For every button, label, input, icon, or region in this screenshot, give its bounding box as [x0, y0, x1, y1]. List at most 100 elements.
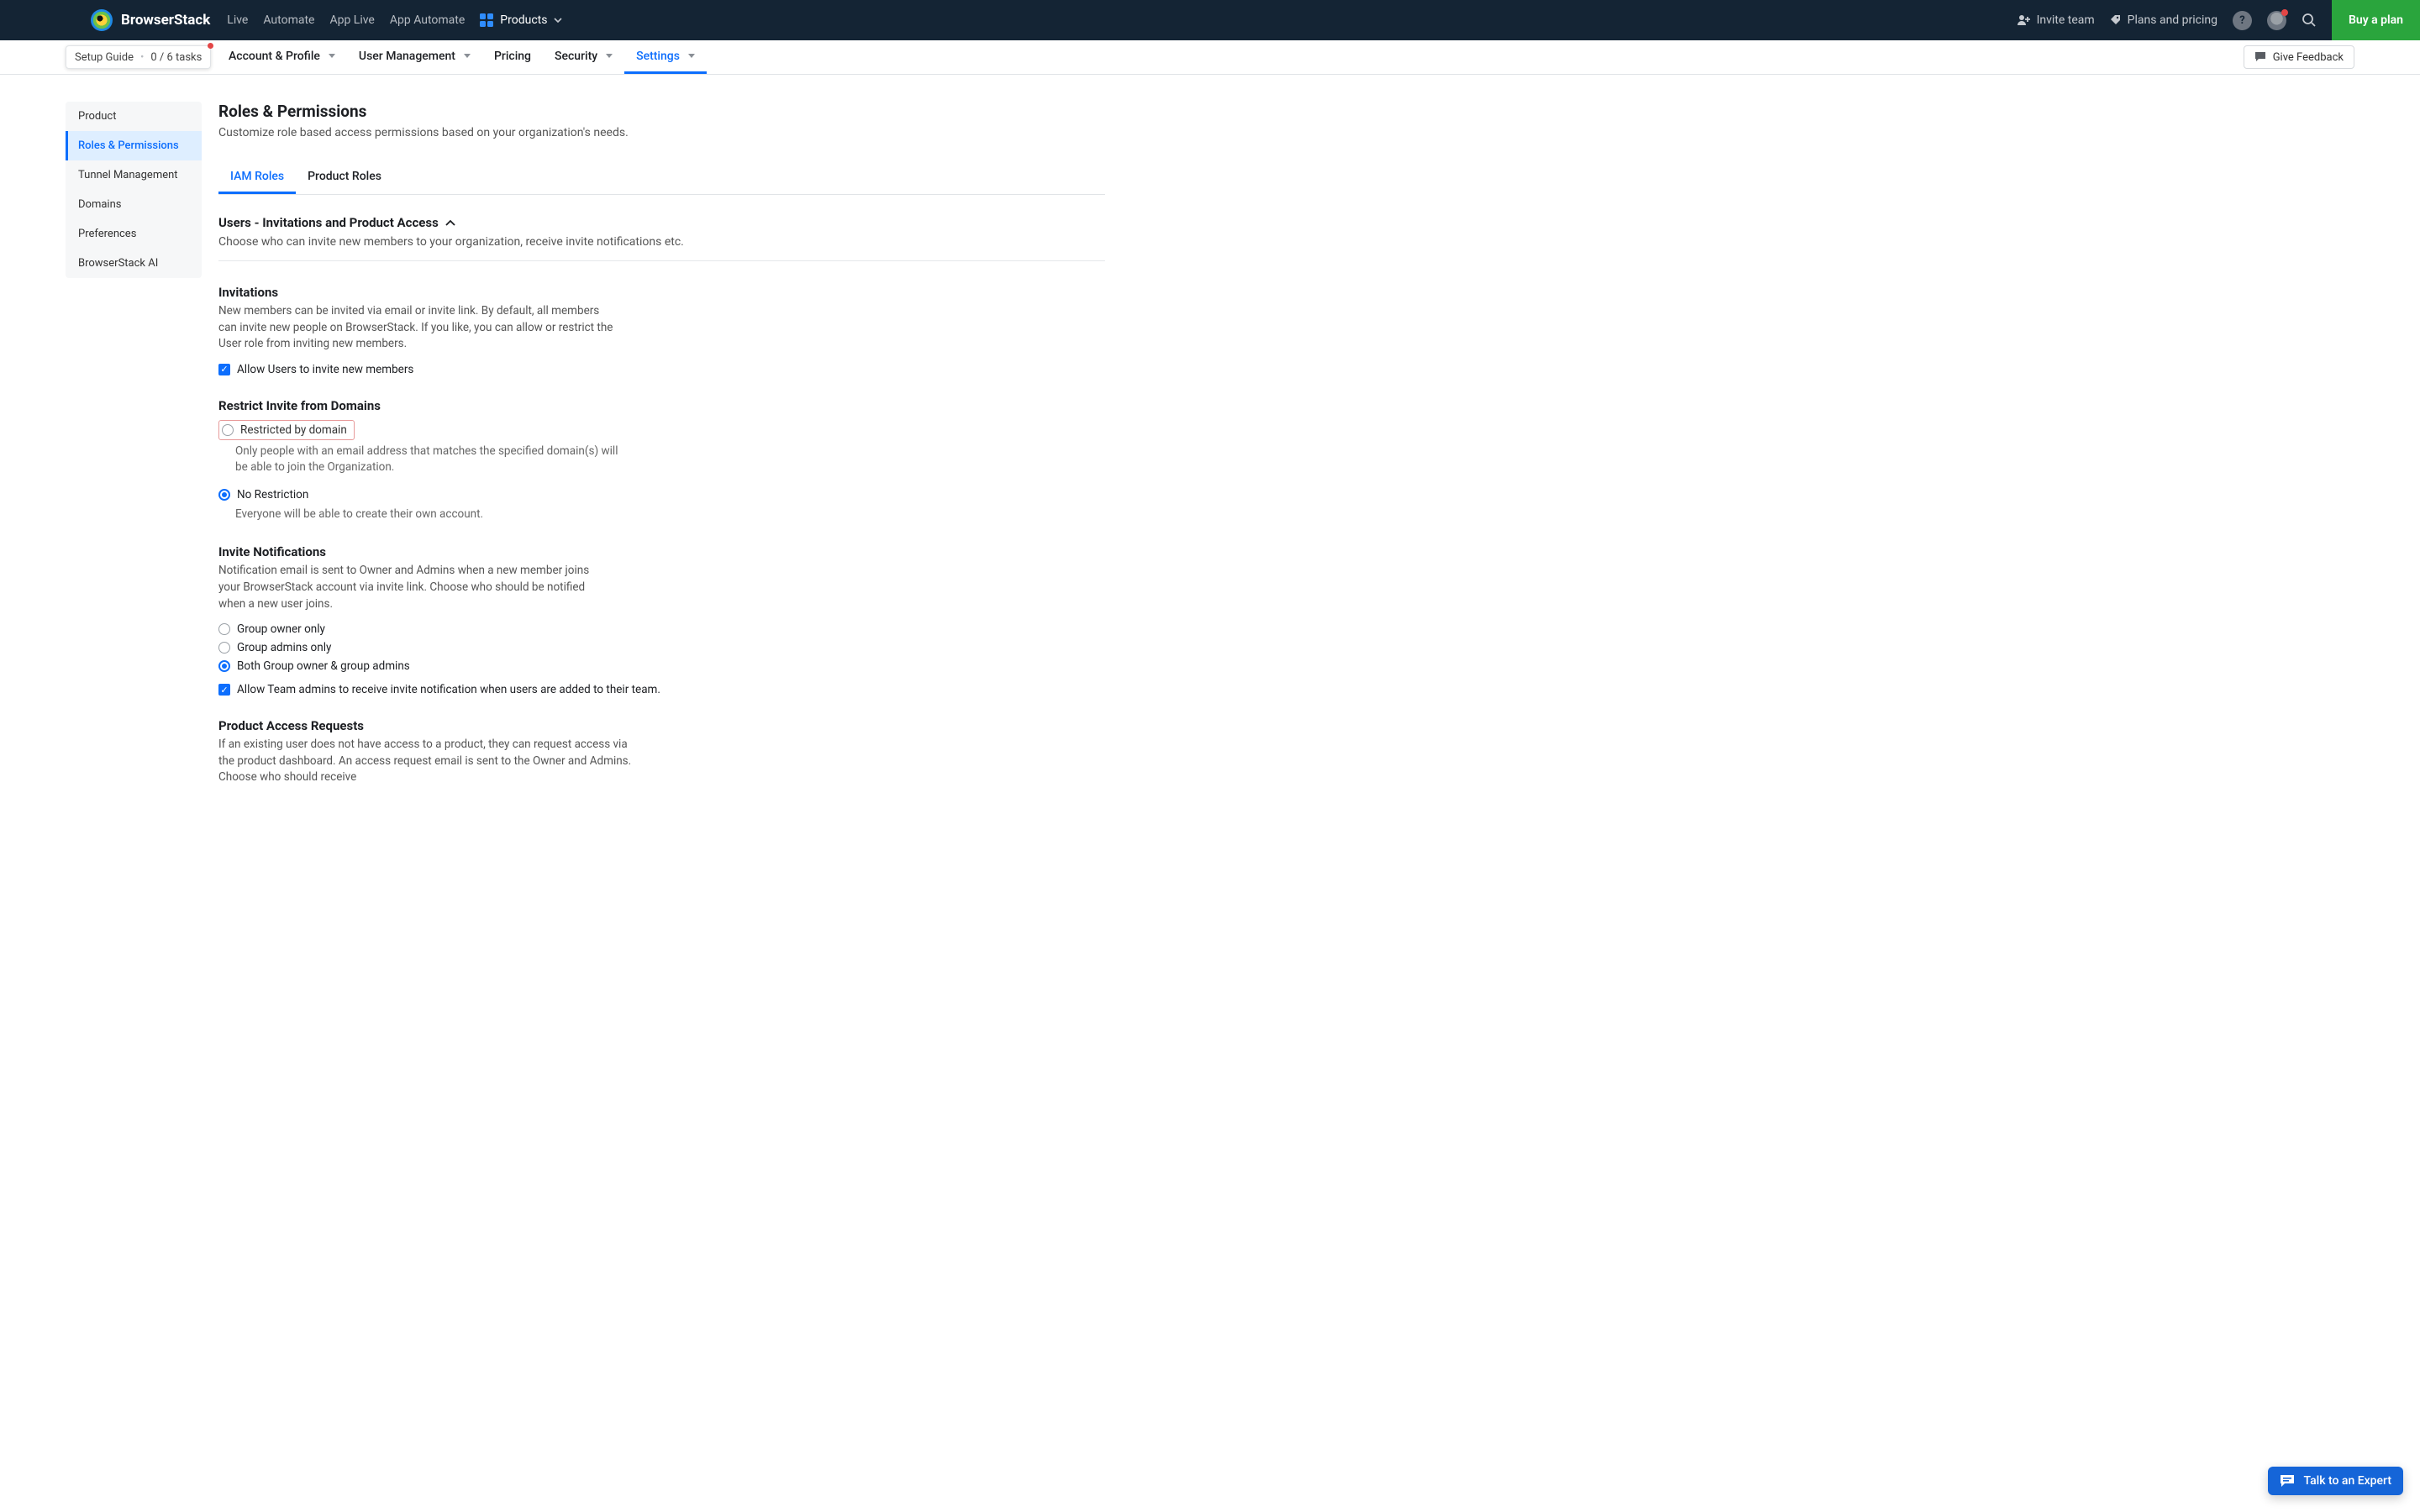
sidebar-item-preferences[interactable]: Preferences [66, 219, 202, 249]
chat-icon [2280, 1474, 2295, 1488]
separator: • [140, 51, 144, 64]
accordion-users-invitations: Users - Invitations and Product Access C… [218, 215, 1105, 261]
setup-guide-pill[interactable]: Setup Guide • 0 / 6 tasks [66, 45, 211, 69]
setup-guide-progress: 0 / 6 tasks [150, 51, 202, 64]
checkbox-label: Allow Users to invite new members [237, 363, 413, 376]
give-feedback-label: Give Feedback [2273, 51, 2344, 64]
search-button[interactable] [2302, 13, 2317, 28]
page-title: Roles & Permissions [218, 102, 1105, 121]
radio-unselected-icon [218, 642, 230, 654]
radio-selected-icon [218, 489, 230, 501]
setup-guide-label: Setup Guide [75, 51, 134, 64]
sidebar-item-tunnel-management[interactable]: Tunnel Management [66, 160, 202, 190]
tab-label: Pricing [494, 50, 531, 63]
radio-label: Group owner only [237, 622, 325, 636]
tab-settings[interactable]: Settings [624, 40, 707, 74]
brand[interactable]: BrowserStack [91, 9, 210, 31]
subtab-label: Product Roles [308, 170, 381, 183]
sidebar-item-domains[interactable]: Domains [66, 190, 202, 219]
accordion-header[interactable]: Users - Invitations and Product Access [218, 215, 1105, 230]
sidebar-item-label: Product [78, 110, 116, 123]
help-button[interactable]: ? [2233, 11, 2252, 30]
tab-pricing[interactable]: Pricing [482, 40, 543, 74]
radio-selected-icon [218, 660, 230, 672]
top-nav: BrowserStack Live Automate App Live App … [0, 0, 2420, 40]
restricted-by-domain-option[interactable]: Restricted by domain [218, 420, 355, 440]
invite-team-button[interactable]: Invite team [2018, 13, 2095, 27]
chevron-up-icon [445, 219, 455, 226]
products-label: Products [500, 13, 547, 27]
radio-unselected-icon [218, 623, 230, 635]
sidebar-item-label: Preferences [78, 228, 136, 240]
notify-group-owner-only[interactable]: Group owner only [218, 622, 1105, 636]
section-description: New members can be invited via email or … [218, 303, 613, 353]
nav-live[interactable]: Live [227, 13, 248, 27]
nav-automate[interactable]: Automate [263, 13, 314, 27]
allow-users-invite-checkbox[interactable]: ✓ Allow Users to invite new members [218, 363, 1105, 376]
sidebar-item-browserstack-ai[interactable]: BrowserStack AI [66, 249, 202, 278]
no-restriction-desc: Everyone will be able to create their ow… [235, 507, 630, 523]
top-nav-links: Live Automate App Live App Automate Prod… [227, 13, 562, 27]
checkbox-label: Allow Team admins to receive invite noti… [237, 683, 660, 696]
tab-user-management[interactable]: User Management [347, 40, 482, 74]
tab-label: Settings [636, 50, 680, 63]
chevron-down-icon [464, 54, 471, 58]
feedback-icon [2254, 51, 2266, 63]
chevron-down-icon [554, 18, 562, 23]
help-icon: ? [2239, 14, 2244, 27]
plans-pricing-label: Plans and pricing [2128, 13, 2217, 27]
notification-dot-icon [2281, 9, 2288, 16]
chat-widget[interactable]: Talk to an Expert [2268, 1467, 2403, 1495]
radio-label: Restricted by domain [240, 423, 347, 437]
secondary-nav: Setup Guide • 0 / 6 tasks Account & Prof… [0, 40, 2420, 75]
subtab-product-roles[interactable]: Product Roles [296, 161, 393, 194]
section-title: Invitations [218, 285, 1105, 300]
restricted-by-domain-desc: Only people with an email address that m… [235, 444, 630, 476]
chevron-down-icon [606, 54, 613, 58]
section-invite-notifications: Invite Notifications Notification email … [218, 544, 1105, 696]
subtab-label: IAM Roles [230, 170, 284, 183]
plans-pricing-button[interactable]: Plans and pricing [2110, 13, 2217, 27]
sidebar-item-label: Tunnel Management [78, 169, 178, 181]
brand-logo-icon [91, 9, 113, 31]
accordion-description: Choose who can invite new members to you… [218, 235, 1105, 260]
give-feedback-button[interactable]: Give Feedback [2244, 45, 2354, 69]
brand-name: BrowserStack [121, 12, 210, 29]
account-avatar[interactable] [2267, 11, 2286, 30]
chevron-down-icon [688, 54, 695, 58]
tab-security[interactable]: Security [543, 40, 624, 74]
checkbox-checked-icon: ✓ [218, 684, 230, 696]
allow-team-admins-notification-checkbox[interactable]: ✓ Allow Team admins to receive invite no… [218, 683, 1105, 696]
notify-both-owner-admins[interactable]: Both Group owner & group admins [218, 659, 1105, 673]
tab-account-profile[interactable]: Account & Profile [217, 40, 347, 74]
no-restriction-option[interactable]: No Restriction [218, 488, 1105, 501]
section-title: Product Access Requests [218, 718, 1105, 733]
tab-label: User Management [359, 50, 455, 63]
section-title: Invite Notifications [218, 544, 1105, 559]
accordion-title: Users - Invitations and Product Access [218, 215, 439, 230]
main-content: Roles & Permissions Customize role based… [218, 102, 1105, 796]
products-dropdown[interactable]: Products [480, 13, 562, 27]
tab-label: Account & Profile [229, 50, 320, 63]
role-subtabs: IAM Roles Product Roles [218, 161, 1105, 195]
chat-label: Talk to an Expert [2303, 1474, 2391, 1488]
page-subtitle: Customize role based access permissions … [218, 126, 1105, 139]
radio-unselected-icon [222, 424, 234, 436]
notify-group-admins-only[interactable]: Group admins only [218, 641, 1105, 654]
secondary-tabs: Account & Profile User Management Pricin… [217, 40, 707, 74]
grid-icon [480, 13, 493, 27]
tab-label: Security [555, 50, 597, 63]
subtab-iam-roles[interactable]: IAM Roles [218, 161, 296, 194]
section-description: Notification email is sent to Owner and … [218, 563, 613, 612]
buy-plan-button[interactable]: Buy a plan [2332, 0, 2420, 40]
section-title: Restrict Invite from Domains [218, 398, 1105, 413]
buy-plan-label: Buy a plan [2349, 13, 2403, 27]
sidebar-item-roles-permissions[interactable]: Roles & Permissions [66, 131, 202, 160]
checkbox-checked-icon: ✓ [218, 364, 230, 375]
settings-sidebar: Product Roles & Permissions Tunnel Manag… [66, 102, 202, 278]
sidebar-item-label: Domains [78, 198, 121, 211]
nav-app-automate[interactable]: App Automate [390, 13, 465, 27]
sidebar-item-product[interactable]: Product [66, 102, 202, 131]
tag-icon [2110, 14, 2122, 26]
nav-app-live[interactable]: App Live [329, 13, 374, 27]
